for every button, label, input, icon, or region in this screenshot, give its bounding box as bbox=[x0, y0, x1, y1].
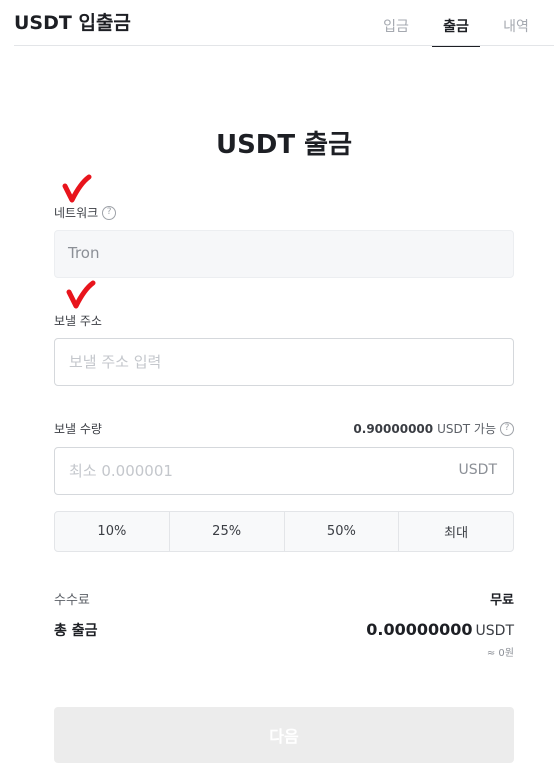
total-amount: 0.00000000 bbox=[366, 620, 473, 639]
network-label-text: 네트워크 bbox=[54, 206, 99, 220]
address-field bbox=[54, 338, 514, 386]
percent-50-button[interactable]: 50% bbox=[285, 512, 400, 551]
total-label: 총 출금 bbox=[54, 623, 98, 639]
amount-unit: USDT bbox=[458, 462, 497, 478]
tab-bar: 입금 출금 내역 bbox=[366, 16, 546, 47]
amount-label: 보낼 수량 bbox=[54, 420, 102, 437]
amount-label-text: 보낼 수량 bbox=[54, 422, 102, 436]
address-label-text: 보낼 주소 bbox=[54, 314, 102, 328]
network-label: 네트워크 ? bbox=[54, 204, 117, 221]
fee-label: 수수료 bbox=[54, 593, 90, 608]
header-divider bbox=[14, 45, 554, 46]
fee-value: 무료 bbox=[490, 593, 514, 608]
red-check-mark-icon bbox=[66, 280, 96, 310]
amount-field: USDT bbox=[54, 447, 514, 495]
available-balance: 0.90000000 USDT 가능 ? bbox=[353, 420, 514, 437]
total-currency: USDT bbox=[475, 623, 514, 639]
tab-history[interactable]: 내역 bbox=[486, 16, 546, 46]
help-icon[interactable]: ? bbox=[102, 205, 117, 220]
percent-button-group: 10% 25% 50% 최대 bbox=[54, 511, 514, 552]
red-check-mark-icon bbox=[62, 174, 92, 204]
network-value: Tron bbox=[68, 244, 100, 262]
next-button[interactable]: 다음 bbox=[54, 707, 514, 763]
header: USDT 입출금 입금 출금 내역 bbox=[0, 0, 560, 47]
amount-input[interactable] bbox=[69, 448, 429, 494]
header-title: USDT 입출금 bbox=[14, 12, 131, 34]
tab-deposit[interactable]: 입금 bbox=[366, 16, 426, 46]
max-button[interactable]: 최대 bbox=[399, 512, 513, 551]
total-krw-equivalent: ≈ 0원 bbox=[486, 648, 514, 659]
page-title: USDT 출금 bbox=[215, 130, 353, 160]
address-input[interactable] bbox=[69, 339, 429, 385]
network-field: Tron bbox=[54, 230, 514, 278]
help-icon[interactable]: ? bbox=[500, 421, 514, 436]
tab-withdraw[interactable]: 출금 bbox=[426, 16, 486, 47]
available-suffix: USDT 가능 bbox=[437, 422, 496, 436]
address-label: 보낼 주소 bbox=[54, 312, 102, 329]
percent-10-button[interactable]: 10% bbox=[55, 512, 170, 551]
available-amount: 0.90000000 bbox=[353, 421, 434, 436]
percent-25-button[interactable]: 25% bbox=[170, 512, 285, 551]
total-value: 0.00000000 USDT bbox=[366, 620, 514, 639]
